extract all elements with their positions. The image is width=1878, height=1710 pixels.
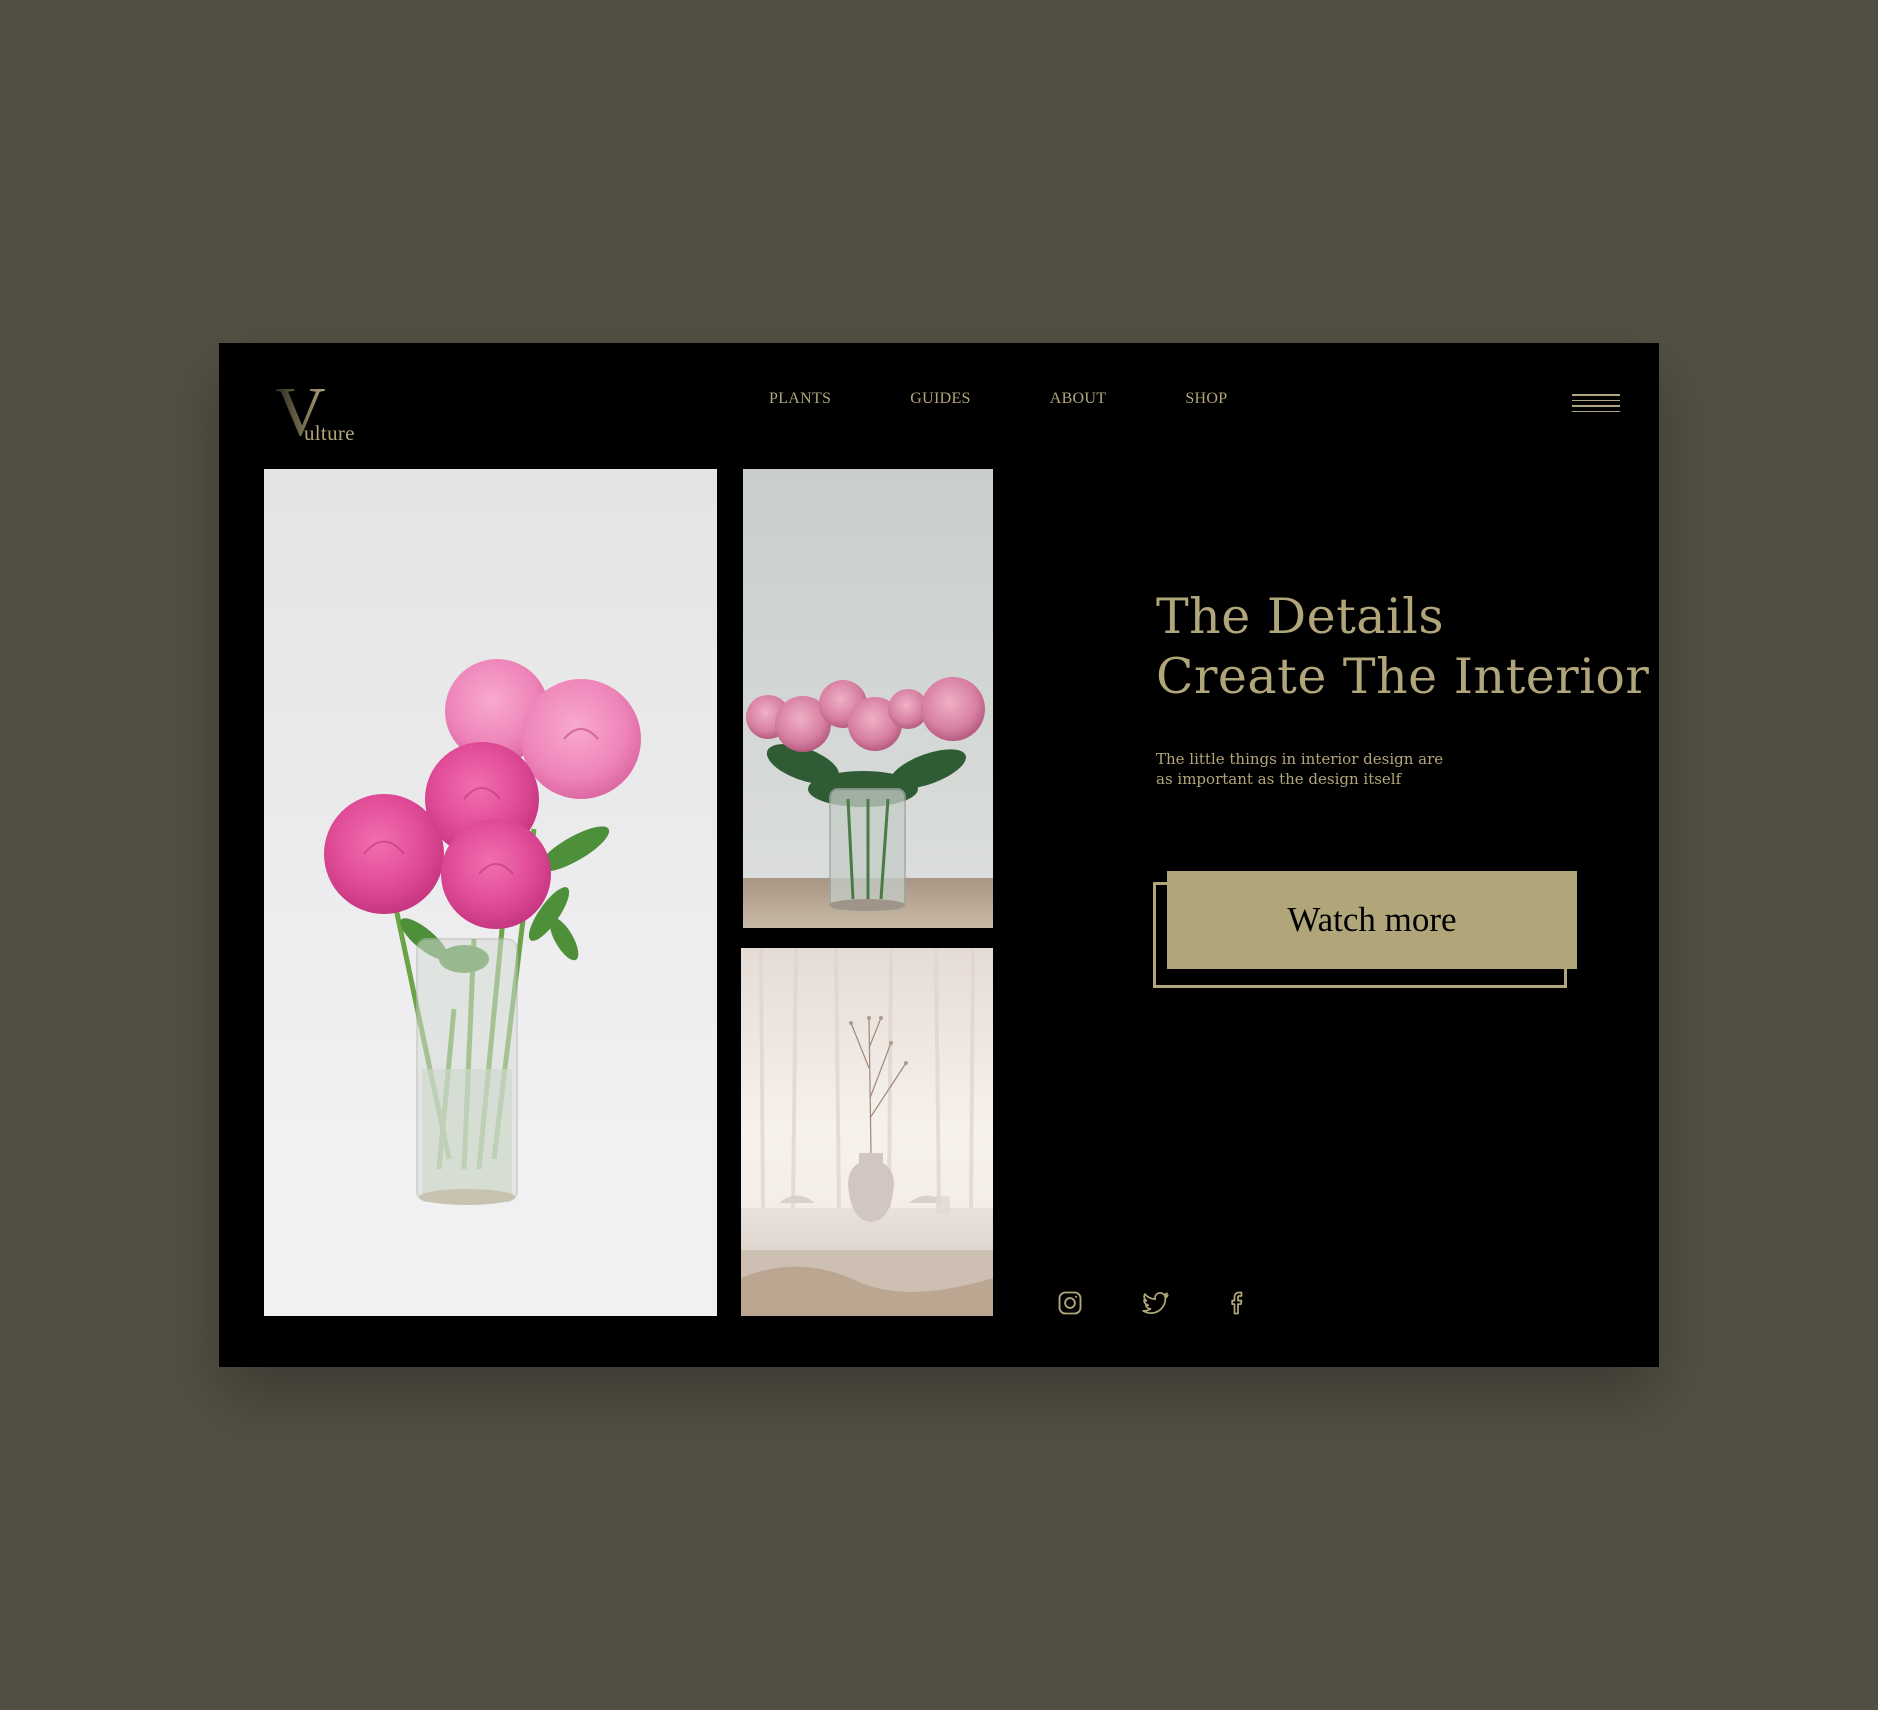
- hero-subtitle: The little things in interior design are…: [1156, 749, 1496, 789]
- logo-wordmark: ulture: [304, 421, 355, 445]
- landing-page-frame: V ulture PLANTS GUIDES ABOUT SHOP The De…: [219, 343, 1659, 1367]
- menu-line: [1572, 405, 1620, 407]
- facebook-icon[interactable]: [1224, 1289, 1252, 1317]
- menu-line: [1572, 399, 1620, 401]
- nav-guides[interactable]: GUIDES: [910, 390, 970, 408]
- white-vase-interior-photo: [741, 948, 993, 1316]
- hamburger-icon[interactable]: [1572, 394, 1620, 416]
- watch-more-button[interactable]: Watch more: [1167, 871, 1577, 969]
- peonies-tall-vase-photo: [264, 469, 717, 1316]
- instagram-icon[interactable]: [1056, 1289, 1084, 1317]
- nav-shop[interactable]: SHOP: [1185, 390, 1227, 408]
- menu-line: [1572, 410, 1620, 412]
- peonies-table-photo: [743, 469, 993, 928]
- hero-title-line-1: The Details: [1156, 588, 1444, 645]
- main-nav: PLANTS GUIDES ABOUT SHOP: [769, 390, 1227, 408]
- nav-plants[interactable]: PLANTS: [769, 390, 831, 408]
- hero-title: The Details Create The Interior: [1156, 587, 1649, 707]
- menu-line: [1572, 394, 1620, 396]
- hero-subtitle-line-1: The little things in interior design are: [1156, 750, 1444, 768]
- hero-title-line-2: Create The Interior: [1156, 648, 1650, 705]
- brand-logo[interactable]: V ulture: [275, 378, 375, 448]
- twitter-icon[interactable]: [1142, 1289, 1170, 1317]
- nav-about[interactable]: ABOUT: [1050, 390, 1107, 408]
- hero-subtitle-line-2: as important as the design itself: [1156, 770, 1402, 788]
